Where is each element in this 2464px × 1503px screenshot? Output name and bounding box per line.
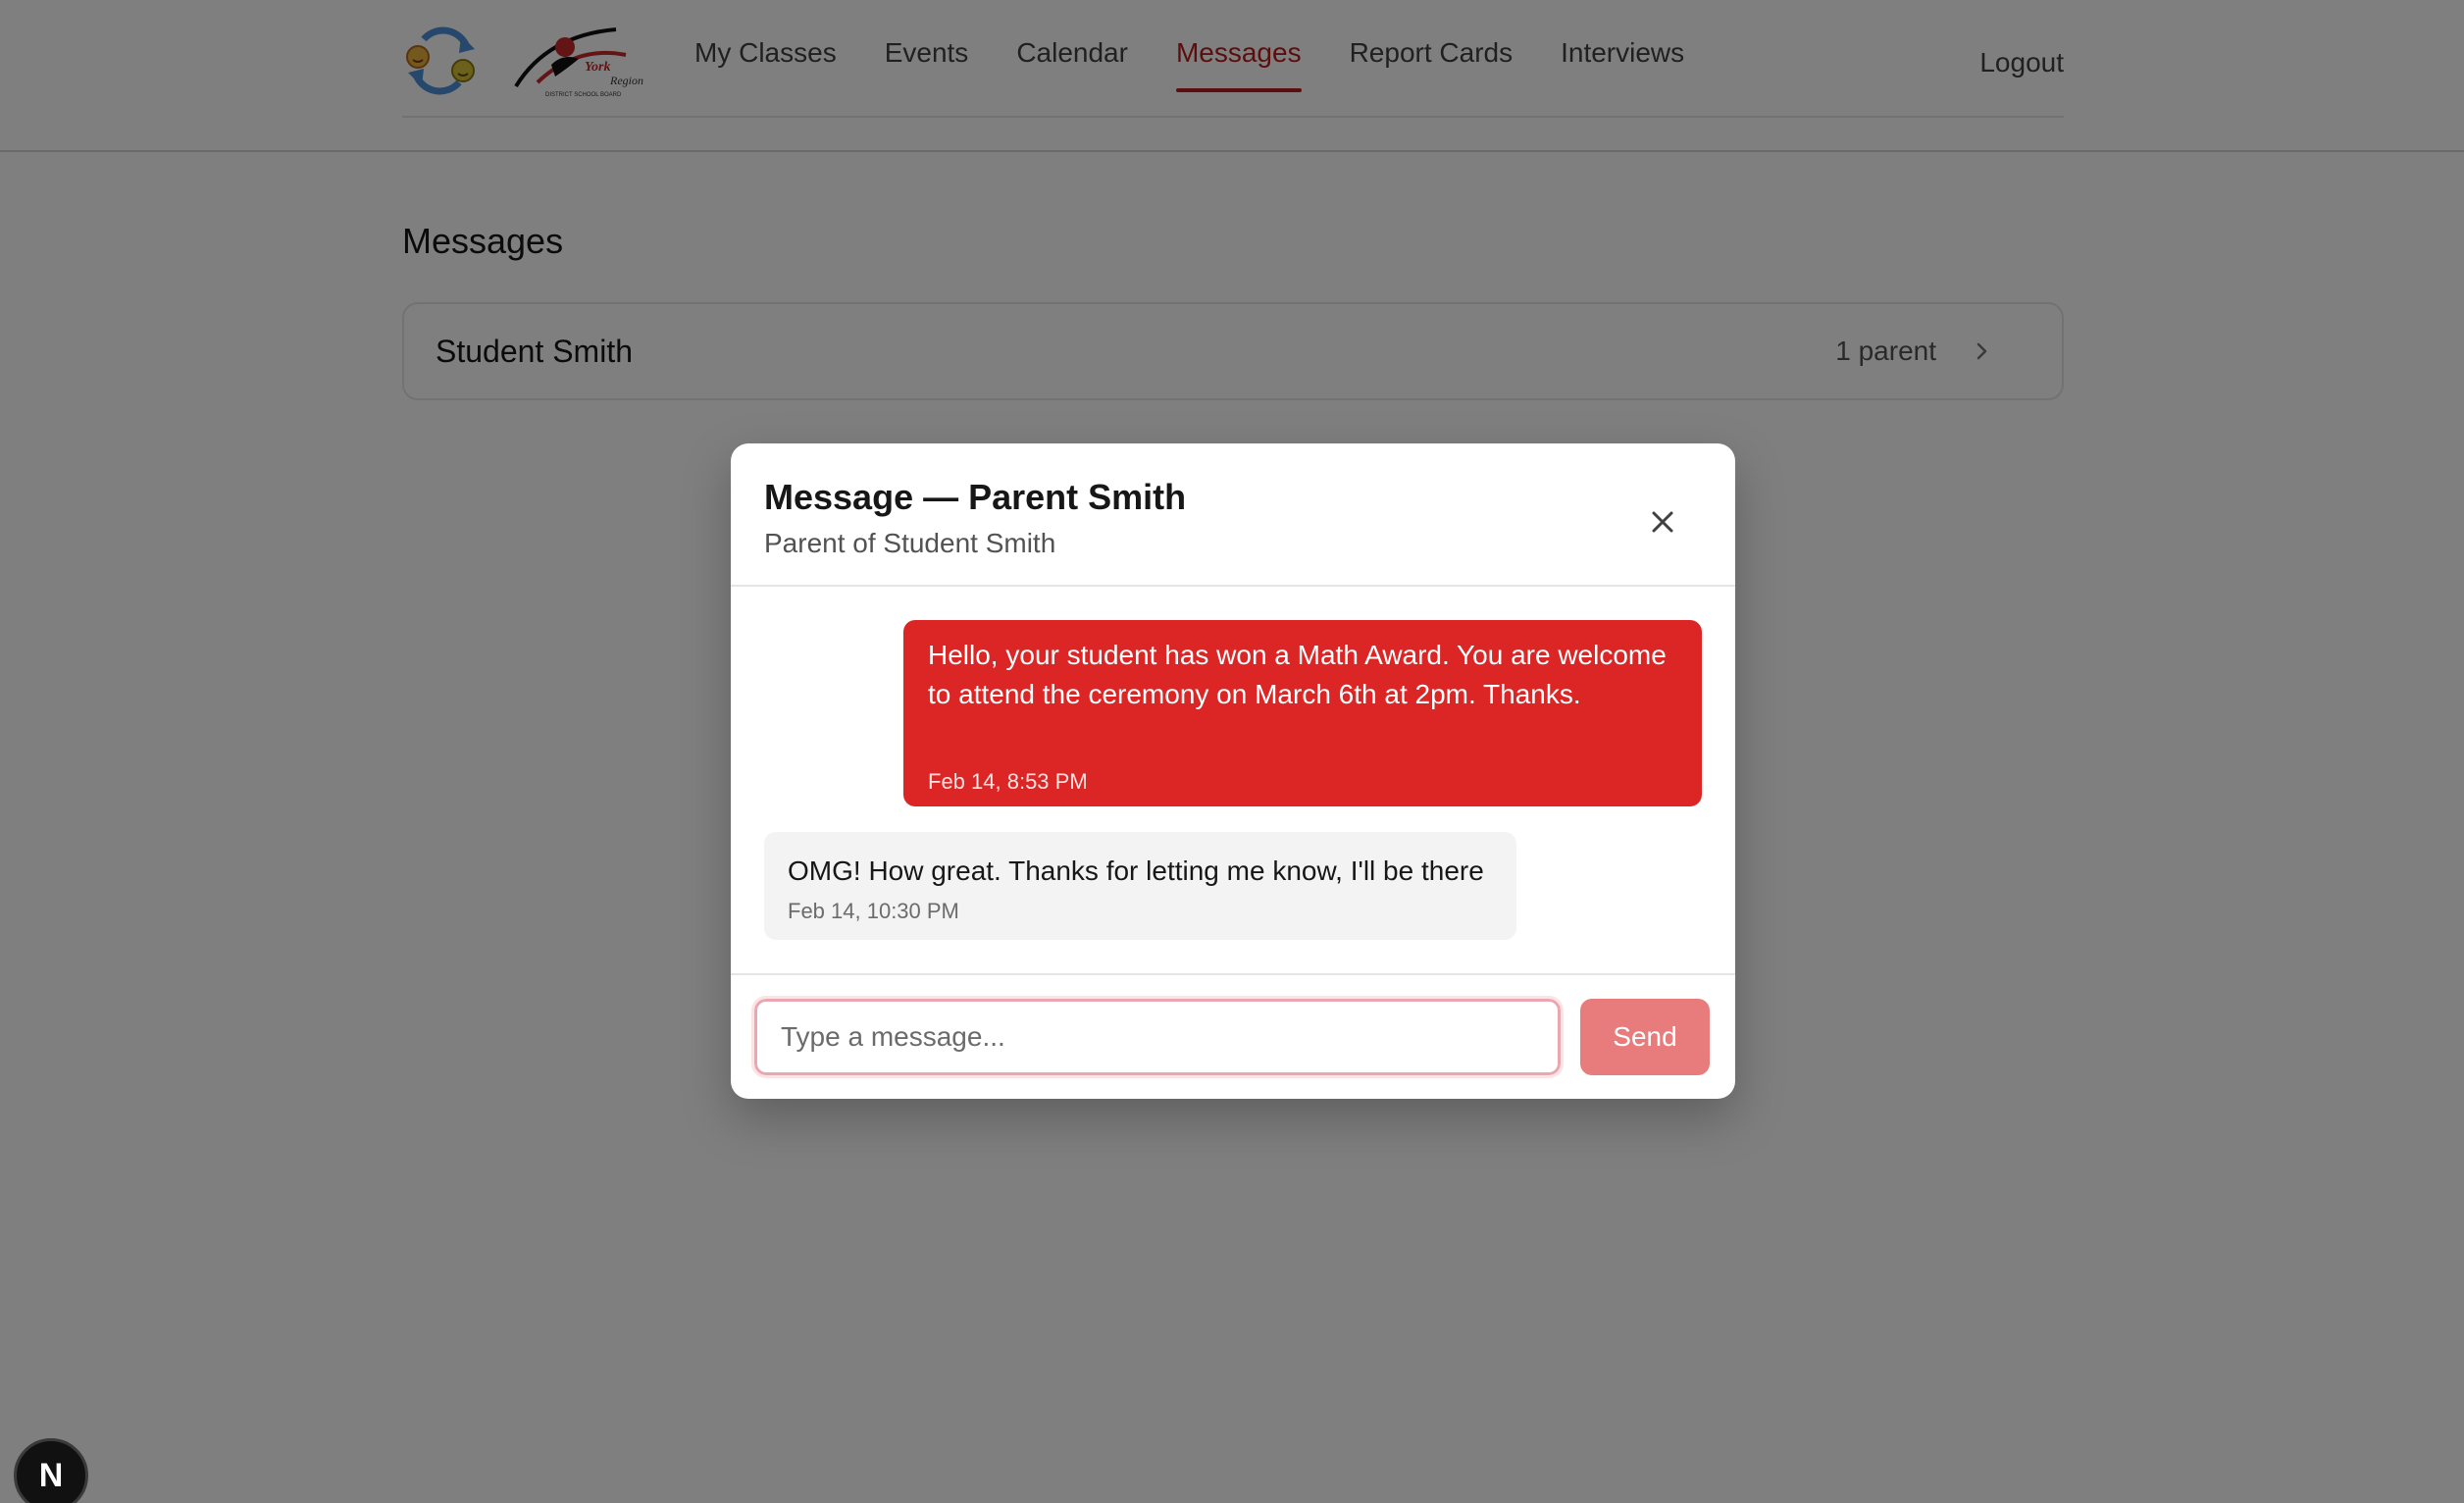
- message-timestamp: Feb 14, 8:53 PM: [928, 769, 1088, 794]
- nextjs-dev-badge[interactable]: N: [14, 1438, 88, 1503]
- message-timestamp: Feb 14, 10:30 PM: [788, 899, 959, 923]
- message-input[interactable]: [751, 996, 1564, 1078]
- close-icon[interactable]: [1643, 502, 1682, 542]
- message-dialog: Message — Parent Smith Parent of Student…: [731, 443, 1735, 1099]
- message-body: Hello, your student has won a Math Award…: [928, 640, 1667, 709]
- dialog-header: Message — Parent Smith Parent of Student…: [731, 443, 1735, 587]
- message-body: OMG! How great. Thanks for letting me kn…: [788, 855, 1484, 886]
- page: York Region DISTRICT SCHOOL BOARD My Cla…: [0, 0, 2464, 1503]
- dialog-title: Message — Parent Smith: [764, 477, 1187, 517]
- received-message-bubble: OMG! How great. Thanks for letting me kn…: [764, 832, 1516, 940]
- sent-message-bubble: Hello, your student has won a Math Award…: [903, 620, 1702, 806]
- composer: Send: [731, 973, 1735, 1099]
- send-button[interactable]: Send: [1580, 999, 1710, 1075]
- dialog-subtitle: Parent of Student Smith: [764, 528, 1056, 558]
